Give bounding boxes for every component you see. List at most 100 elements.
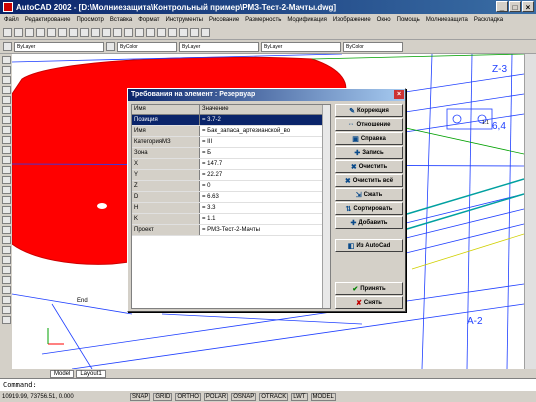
menu-edit[interactable]: Редактирование: [25, 17, 71, 23]
spline-icon[interactable]: [1, 126, 11, 134]
polar-toggle[interactable]: POLAR: [203, 392, 229, 401]
copy-object-icon[interactable]: [1, 216, 11, 224]
ortho-toggle[interactable]: ORTHO: [175, 392, 201, 401]
help-icon[interactable]: [201, 28, 210, 37]
tab-layout1[interactable]: Layout1: [76, 369, 106, 378]
layer-combo[interactable]: ByLayer: [14, 41, 104, 52]
clear-button[interactable]: ✖ Очистить: [335, 160, 403, 173]
design-center-icon[interactable]: [179, 28, 188, 37]
close-button[interactable]: ×: [522, 1, 534, 12]
stretch-icon[interactable]: [1, 286, 11, 294]
menu-layout[interactable]: Раскладка: [474, 17, 503, 23]
rotate-icon[interactable]: [1, 266, 11, 274]
table-row[interactable]: K = 1.1: [132, 214, 330, 225]
zoom-previous-icon[interactable]: [157, 28, 166, 37]
match-icon[interactable]: [91, 28, 100, 37]
make-current-layer-icon[interactable]: [106, 42, 115, 51]
dialog-close-button[interactable]: ×: [394, 90, 404, 99]
menu-file[interactable]: Файл: [4, 17, 19, 23]
menu-format[interactable]: Формат: [138, 17, 159, 23]
from-autocad-button[interactable]: ◧ Из AutoCad: [335, 239, 403, 252]
osnap-toggle[interactable]: OSNAP: [231, 392, 257, 401]
menu-dimension[interactable]: Размерность: [245, 17, 281, 23]
otrack-toggle[interactable]: OTRACK: [259, 392, 289, 401]
new-icon[interactable]: [3, 28, 12, 37]
circle-icon[interactable]: [1, 116, 11, 124]
line-icon[interactable]: [1, 56, 11, 64]
minimize-button[interactable]: _: [496, 1, 508, 12]
tool-palette-icon[interactable]: [190, 28, 199, 37]
maximize-button[interactable]: □: [509, 1, 521, 12]
mirror-icon[interactable]: [1, 226, 11, 234]
paste-icon[interactable]: [80, 28, 89, 37]
pan-icon[interactable]: [124, 28, 133, 37]
add-button[interactable]: ✚ Добавить: [335, 216, 403, 229]
polygon-icon[interactable]: [1, 86, 11, 94]
scale-icon[interactable]: [1, 276, 11, 284]
relation-button[interactable]: ⇔ Отношение: [335, 118, 403, 131]
menu-draw[interactable]: Рисование: [209, 17, 239, 23]
zoom-icon[interactable]: [135, 28, 144, 37]
vertical-scrollbar[interactable]: [524, 54, 536, 369]
lineweight-combo[interactable]: ByLayer: [261, 41, 341, 52]
help-button[interactable]: ▣ Справка: [335, 132, 403, 145]
linetype-combo[interactable]: ByLayer: [179, 41, 259, 52]
menu-image[interactable]: Изображение: [333, 17, 371, 23]
table-row[interactable]: Z = 0: [132, 181, 330, 192]
array-icon[interactable]: [1, 246, 11, 254]
table-row[interactable]: Проект = РМЗ-Тест-2-Мачты: [132, 225, 330, 236]
accept-button[interactable]: ✔ Принять: [335, 282, 403, 295]
menu-window[interactable]: Окно: [377, 17, 391, 23]
model-toggle[interactable]: MODEL: [310, 392, 336, 401]
redo-icon[interactable]: [113, 28, 122, 37]
open-icon[interactable]: [14, 28, 23, 37]
menu-tools[interactable]: Инструменты: [166, 17, 203, 23]
layer-manager-icon[interactable]: [3, 42, 12, 51]
table-row[interactable]: Y = 22.27: [132, 170, 330, 181]
table-row[interactable]: Имя = Бак_запаса_артезианской_во: [132, 126, 330, 137]
zoom-window-icon[interactable]: [146, 28, 155, 37]
properties-icon[interactable]: [168, 28, 177, 37]
undo-icon[interactable]: [102, 28, 111, 37]
make-block-icon[interactable]: [1, 156, 11, 164]
construction-line-icon[interactable]: [1, 66, 11, 74]
tab-model[interactable]: Model: [50, 369, 75, 378]
table-row[interactable]: D = 6.63: [132, 192, 330, 203]
grid-scrollbar[interactable]: [322, 105, 330, 308]
copy-icon[interactable]: [69, 28, 78, 37]
polyline-icon[interactable]: [1, 76, 11, 84]
table-row[interactable]: Зона = Б: [132, 148, 330, 159]
ellipse-icon[interactable]: [1, 136, 11, 144]
correction-button[interactable]: ✎ Коррекция: [335, 104, 403, 117]
record-button[interactable]: ✚ Запись: [335, 146, 403, 159]
table-row[interactable]: H = 3.3: [132, 203, 330, 214]
grid-toggle[interactable]: GRID: [153, 392, 173, 401]
explode-icon[interactable]: [1, 316, 11, 324]
menu-view[interactable]: Просмотр: [76, 17, 103, 23]
offset-icon[interactable]: [1, 236, 11, 244]
trim-icon[interactable]: [1, 296, 11, 304]
preview-icon[interactable]: [47, 28, 56, 37]
arc-icon[interactable]: [1, 106, 11, 114]
erase-icon[interactable]: [1, 206, 11, 214]
column-header-value[interactable]: Значение: [200, 105, 330, 114]
menu-lightning[interactable]: Молниезащита: [426, 17, 468, 23]
command-line[interactable]: Command:: [0, 378, 536, 391]
cut-icon[interactable]: [58, 28, 67, 37]
lwt-toggle[interactable]: LWT: [291, 392, 308, 401]
table-row[interactable]: КатегорияМЗ = III: [132, 137, 330, 148]
menu-help[interactable]: Помощь: [397, 17, 420, 23]
insert-block-icon[interactable]: [1, 146, 11, 154]
menu-modify[interactable]: Модификация: [287, 17, 327, 23]
table-row[interactable]: Позиция = 3.7-2: [132, 115, 330, 126]
remove-button[interactable]: ✘ Снять: [335, 296, 403, 309]
text-icon[interactable]: [1, 196, 11, 204]
sort-button[interactable]: ⇅ Сортировать: [335, 202, 403, 215]
move-icon[interactable]: [1, 256, 11, 264]
print-icon[interactable]: [36, 28, 45, 37]
extend-icon[interactable]: [1, 306, 11, 314]
region-icon[interactable]: [1, 186, 11, 194]
hatch-icon[interactable]: [1, 176, 11, 184]
table-row[interactable]: X = 147.7: [132, 159, 330, 170]
clear-all-button[interactable]: ✖ Очистить всё: [335, 174, 403, 187]
